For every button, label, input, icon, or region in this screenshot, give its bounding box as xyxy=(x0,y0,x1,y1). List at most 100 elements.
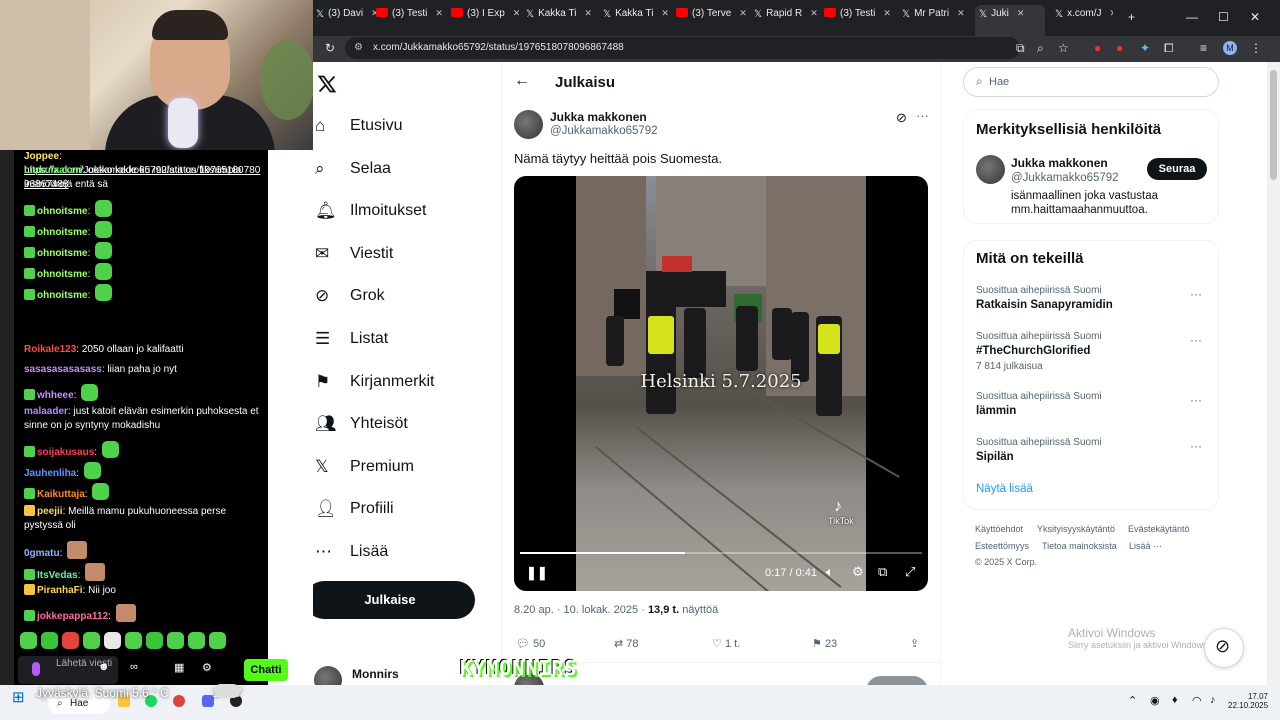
nav-item-selaa[interactable]: ⌕ Selaa xyxy=(315,149,495,189)
fullscreen-icon[interactable]: ⤢ xyxy=(905,564,915,580)
new-tab-button[interactable]: + xyxy=(1128,10,1135,24)
nav-item-kirjanmerkit[interactable]: ⚑ Kirjanmerkit xyxy=(315,362,495,402)
chat-username[interactable]: whheee xyxy=(37,390,74,401)
show-more-link[interactable]: Näytä lisää xyxy=(976,483,1033,495)
windows-start-icon[interactable]: ⊞ xyxy=(12,688,25,706)
microphone-icon[interactable]: ♦ xyxy=(1172,694,1178,706)
browser-tab[interactable]: 𝕏 Kakka Ti ✕ xyxy=(603,8,673,28)
browser-tab[interactable]: 𝕏 Juki ✕ xyxy=(975,5,1045,36)
nav-item-yhteisöt[interactable]: 👥︎ Yhteisöt xyxy=(315,404,495,444)
close-tab-icon[interactable]: ✕ xyxy=(810,8,818,18)
close-tab-icon[interactable]: ✕ xyxy=(1017,8,1025,18)
footer-link[interactable]: Yksityisyyskäytäntö xyxy=(1037,524,1115,534)
extensions-icon[interactable]: ⧠ xyxy=(1164,41,1174,56)
footer-link[interactable]: Evästekäytäntö xyxy=(1128,524,1190,534)
pip-icon[interactable]: ⧉ xyxy=(878,564,887,580)
trend-item[interactable]: Suosittua aihepiirissä Suomi #TheChurchGl… xyxy=(964,331,1218,375)
reply-button[interactable] xyxy=(866,676,928,685)
post-video[interactable]: Helsinki 5.7.2025 TikTok ♪ ❚❚ 0:17 / 0:4… xyxy=(514,176,928,591)
close-tab-icon[interactable]: ✕ xyxy=(883,8,891,18)
volume-icon[interactable]: ♪ xyxy=(1210,694,1216,706)
gear-icon[interactable]: ⚙ xyxy=(852,564,864,580)
nav-item-lisää[interactable]: ⋯ Lisää xyxy=(315,532,495,572)
minimize-button[interactable]: — xyxy=(1186,10,1198,24)
profile-avatar[interactable]: M xyxy=(1223,41,1237,55)
post-button[interactable]: Julkaise xyxy=(313,581,475,619)
bookmark-action[interactable]: ⚑ 23 xyxy=(812,637,837,650)
chat-username[interactable]: ohnoitsme xyxy=(37,248,88,259)
author-handle[interactable]: @Jukkamakko65792 xyxy=(550,125,658,137)
author-avatar[interactable] xyxy=(514,110,543,139)
chat-username[interactable]: 0gmatu xyxy=(24,548,60,559)
trend-item[interactable]: Suosittua aihepiirissä Suomi Ratkaisin Sa… xyxy=(964,285,1218,329)
clock[interactable]: 17.07 22.10.2025 xyxy=(1228,692,1268,710)
grok-icon[interactable]: ⊘ xyxy=(896,110,907,126)
network-icon[interactable]: ◉ xyxy=(1150,694,1160,707)
store-icon[interactable]: ▦ xyxy=(174,661,184,674)
follow-button[interactable]: Seuraa xyxy=(1147,158,1207,180)
footer-link[interactable]: Lisää ··· xyxy=(1129,541,1162,551)
browser-tab[interactable]: (3) Terve ✕ xyxy=(676,8,746,28)
commands-icon[interactable]: ∞ xyxy=(130,661,138,673)
more-icon[interactable]: ··· xyxy=(1190,393,1202,407)
relevant-handle[interactable]: @Jukkamakko65792 xyxy=(1011,172,1119,184)
chat-username[interactable]: ohnoitsme xyxy=(37,269,88,280)
extension-icon[interactable]: ✦ xyxy=(1140,41,1150,55)
chat-username[interactable]: sasasasasasass xyxy=(24,364,102,375)
chat-username[interactable]: Kaikuttaja xyxy=(37,489,85,500)
chat-username[interactable]: PiranhaFi xyxy=(37,585,83,596)
reply-action[interactable]: 💬︎ 50 xyxy=(516,637,545,650)
more-icon[interactable]: ··· xyxy=(1190,287,1202,301)
account-name[interactable]: Monnirs xyxy=(352,667,399,681)
media-icon[interactable]: ≡ xyxy=(1200,41,1207,55)
close-tab-icon[interactable]: ✕ xyxy=(584,8,592,18)
back-arrow-icon[interactable]: ← xyxy=(514,72,530,90)
maximize-button[interactable]: ☐ xyxy=(1218,10,1229,24)
browser-menu-icon[interactable]: ⋮ xyxy=(1250,41,1262,55)
chat-username[interactable]: malaader xyxy=(24,406,68,417)
post-time[interactable]: 8.20 ap. · 10. lokak. 2025 · xyxy=(514,604,645,616)
chat-send-button[interactable]: Chatti xyxy=(244,659,288,681)
account-avatar[interactable] xyxy=(314,666,342,685)
close-window-button[interactable]: ✕ xyxy=(1250,10,1260,24)
more-icon[interactable]: ··· xyxy=(1190,333,1202,347)
close-tab-icon[interactable]: ✕ xyxy=(739,8,746,18)
chat-username[interactable]: peejii xyxy=(37,506,63,517)
close-tab-icon[interactable]: ✕ xyxy=(513,8,521,18)
volume-icon[interactable]: 🔈︎ xyxy=(826,564,834,580)
browser-tab[interactable]: (3) Testi ✕ xyxy=(824,8,894,28)
bookmark-star-icon[interactable]: ☆ xyxy=(1058,41,1069,55)
close-tab-icon[interactable]: ✕ xyxy=(661,8,669,18)
footer-link[interactable]: Tietoa mainoksista xyxy=(1042,541,1117,551)
chat-username[interactable]: ohnoitsme xyxy=(37,227,88,238)
nav-item-listat[interactable]: ☰ Listat xyxy=(315,319,495,359)
browser-tab[interactable]: 𝕏 Rapid R ✕ xyxy=(754,8,824,28)
chat-username[interactable]: ohnoitsme xyxy=(37,290,88,301)
repost-action[interactable]: ⇄ 78 xyxy=(614,637,639,650)
chat-username[interactable]: Liukulaakeri xyxy=(24,165,82,176)
nav-item-premium[interactable]: 𝕏 Premium xyxy=(315,447,495,487)
nav-item-viestit[interactable]: ✉ Viestit xyxy=(315,234,495,274)
share-icon[interactable]: ⇪ xyxy=(910,637,919,650)
nav-item-ilmoitukset[interactable]: 🔔︎ Ilmoitukset xyxy=(315,191,495,231)
trend-item[interactable]: Suosittua aihepiirissä Suomi Sipilän ··· xyxy=(964,437,1218,481)
nav-item-grok[interactable]: ⊘ Grok xyxy=(315,276,495,316)
like-action[interactable]: ♡ 1 t. xyxy=(712,637,740,650)
chat-username[interactable]: Roikale123 xyxy=(24,344,76,355)
search-input[interactable]: ⌕ Hae xyxy=(963,67,1219,97)
extension-icon[interactable]: ● xyxy=(1094,41,1101,55)
relevant-name[interactable]: Jukka makkonen xyxy=(1011,156,1108,170)
chat-username[interactable]: soijakusaus xyxy=(37,447,94,458)
zoom-icon[interactable]: ⌕ xyxy=(1037,41,1044,56)
reload-icon[interactable]: ↻ xyxy=(325,41,335,55)
browser-tab[interactable]: 𝕏 Mr Patri ✕ xyxy=(902,8,972,28)
settings-icon[interactable]: ⚙ xyxy=(202,661,212,674)
pause-icon[interactable]: ❚❚ xyxy=(526,565,548,581)
emoji-icon[interactable]: ☻ xyxy=(98,661,110,673)
trend-item[interactable]: Suosittua aihepiirissä Suomi lämmin ··· xyxy=(964,391,1218,435)
nav-item-etusivu[interactable]: ⌂ Etusivu xyxy=(315,106,495,146)
microphone-icon[interactable] xyxy=(32,662,40,676)
x-logo-icon[interactable] xyxy=(317,74,337,94)
chat-username[interactable]: jokkepappa112 xyxy=(37,611,108,622)
close-tab-icon[interactable]: ✕ xyxy=(1110,8,1113,18)
